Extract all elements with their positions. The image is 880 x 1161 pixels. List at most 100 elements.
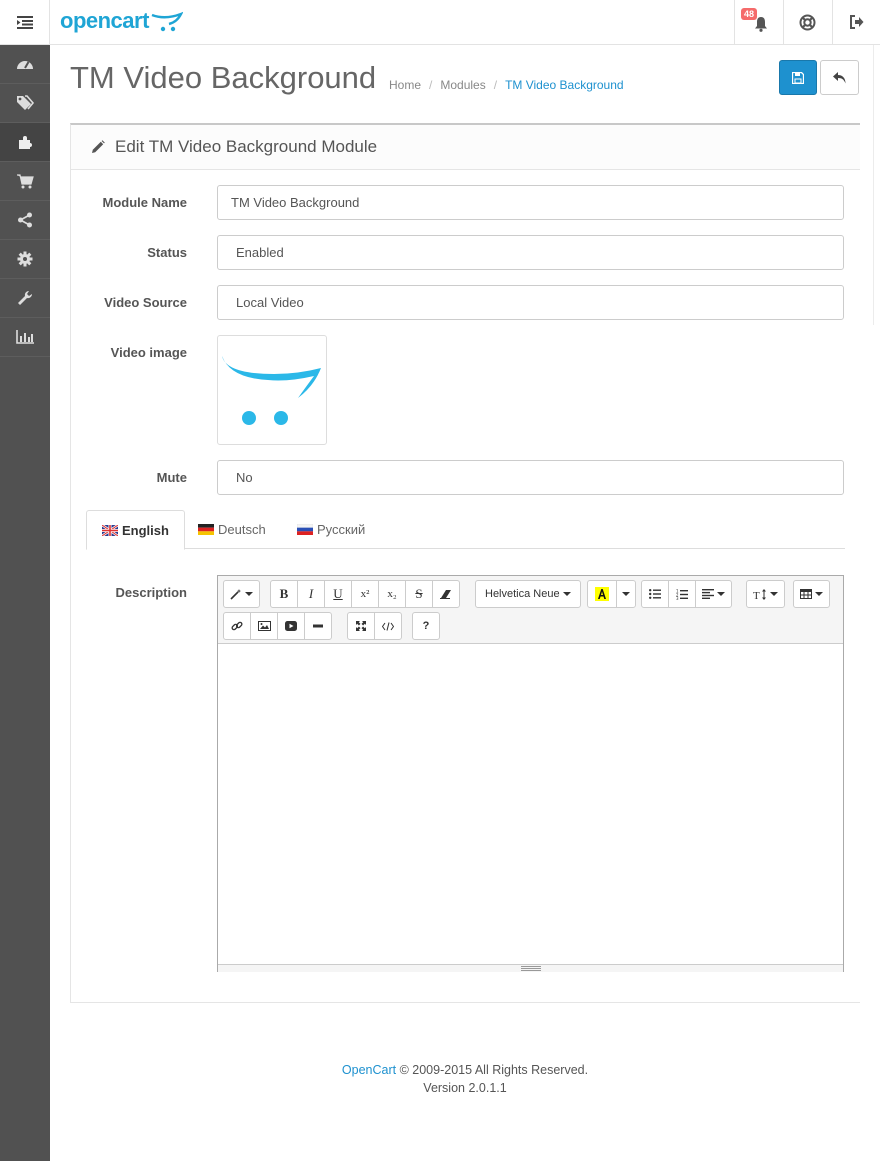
sidebar-item-dashboard[interactable]	[0, 45, 50, 84]
horizontal-rule-button[interactable]	[304, 612, 332, 640]
subscript-button[interactable]: x₂	[378, 580, 406, 608]
bold-button[interactable]: B	[270, 580, 298, 608]
style-button[interactable]	[223, 580, 260, 608]
sign-out-icon	[850, 15, 864, 29]
magic-wand-icon	[230, 588, 242, 600]
minus-icon	[313, 624, 323, 628]
status-select[interactable]: Enabled	[217, 235, 844, 270]
fullscreen-icon	[356, 621, 366, 631]
menu-toggle-button[interactable]	[0, 0, 50, 44]
eraser-icon	[440, 590, 451, 599]
table-icon	[800, 589, 812, 599]
underline-button[interactable]: U	[324, 580, 352, 608]
table-button[interactable]	[793, 580, 830, 608]
panel-title: Edit TM Video Background Module	[115, 137, 378, 156]
clear-format-button[interactable]	[432, 580, 460, 608]
page-title: TM Video Background	[70, 60, 377, 95]
list-ol-icon: 1 2 3	[676, 589, 688, 600]
fullscreen-button[interactable]	[347, 612, 375, 640]
help-editor-button[interactable]: ?	[412, 612, 440, 640]
link-button[interactable]	[223, 612, 251, 640]
language-tabs: English Deutsch Русский	[86, 510, 845, 550]
sidebar-item-tools[interactable]	[0, 279, 50, 318]
superscript-button[interactable]: x²	[351, 580, 379, 608]
editor-resize-handle[interactable]	[218, 964, 843, 972]
video-image-label: Video image	[110, 345, 187, 360]
tab-deutsch[interactable]: Deutsch	[183, 510, 281, 549]
sidebar-item-extensions[interactable]	[0, 123, 50, 162]
russia-flag-icon	[297, 524, 313, 535]
mute-select[interactable]: No	[217, 460, 844, 495]
wrench-icon	[18, 290, 33, 305]
breadcrumb-home[interactable]: Home	[389, 78, 421, 92]
footer-copyright: OpenCart © 2009-2015 All Rights Reserved…	[50, 1063, 880, 1077]
notifications-button[interactable]: 48	[734, 0, 782, 44]
caret-down-icon	[815, 592, 823, 596]
breadcrumb-modules[interactable]: Modules	[440, 78, 485, 92]
caret-down-icon	[717, 592, 725, 596]
opencart-footer-link[interactable]: OpenCart	[342, 1063, 396, 1077]
picture-icon	[257, 621, 271, 631]
strikethrough-button[interactable]: S	[405, 580, 433, 608]
video-image-thumbnail[interactable]	[217, 335, 327, 445]
opencart-logo[interactable]: opencart	[60, 6, 183, 36]
save-button[interactable]	[779, 60, 817, 95]
breadcrumb: Home / Modules / TM Video Background	[389, 78, 624, 92]
link-icon	[231, 621, 243, 631]
video-button[interactable]	[277, 612, 305, 640]
uk-flag-icon	[102, 524, 118, 536]
tab-english[interactable]: English	[86, 510, 185, 550]
ordered-list-button[interactable]: 1 2 3	[668, 580, 696, 608]
code-view-button[interactable]	[374, 612, 402, 640]
logout-button[interactable]	[832, 0, 880, 44]
caret-down-icon	[622, 592, 630, 596]
line-height-button[interactable]: T	[746, 580, 785, 608]
opencart-logo-image	[222, 356, 321, 425]
paragraph-align-button[interactable]	[695, 580, 732, 608]
font-family-label: Helvetica Neue	[485, 588, 560, 600]
tab-russian-label: Русский	[317, 522, 366, 537]
breadcrumb-current[interactable]: TM Video Background	[505, 78, 624, 92]
code-icon	[382, 621, 394, 631]
tab-russian[interactable]: Русский	[282, 510, 380, 549]
video-source-label: Video Source	[104, 295, 187, 310]
tab-english-label: English	[122, 522, 169, 538]
editor-content-area[interactable]	[218, 644, 843, 964]
sidebar-item-marketing[interactable]	[0, 201, 50, 240]
help-button[interactable]	[783, 0, 831, 44]
color-dropdown-button[interactable]	[616, 580, 636, 608]
logo-text: opencart	[60, 8, 149, 33]
cart-icon	[16, 173, 34, 188]
text-color-button[interactable]	[587, 580, 617, 608]
panel-heading: Edit TM Video Background Module	[71, 125, 860, 170]
gear-icon	[17, 251, 33, 267]
caret-down-icon	[245, 592, 253, 596]
module-name-input[interactable]: TM Video Background	[217, 185, 844, 220]
breadcrumb-separator: /	[493, 78, 498, 92]
video-source-select[interactable]: Local Video	[217, 285, 844, 320]
font-family-dropdown[interactable]: Helvetica Neue	[475, 580, 581, 608]
tags-icon	[17, 95, 34, 110]
font-color-icon	[595, 587, 609, 601]
page-scrollbar[interactable]	[873, 45, 879, 325]
puzzle-icon	[19, 136, 32, 149]
italic-button[interactable]: I	[297, 580, 325, 608]
dashboard-icon	[17, 61, 33, 69]
grip-icon	[520, 966, 541, 971]
description-label: Description	[115, 585, 187, 600]
sidebar-item-reports[interactable]	[0, 318, 50, 357]
back-button[interactable]	[820, 60, 859, 95]
footer-version: Version 2.0.1.1	[423, 1081, 507, 1095]
mute-label: Mute	[156, 470, 187, 485]
editor-toolbar: B I U x² x₂ S Helvetica Neue 1 2 3 T ?	[218, 576, 843, 644]
status-label: Status	[147, 245, 187, 260]
picture-button[interactable]	[250, 612, 278, 640]
align-left-icon	[702, 589, 714, 599]
sidebar-item-sales[interactable]	[0, 162, 50, 201]
breadcrumb-separator: /	[429, 78, 433, 92]
module-name-label: Module Name	[102, 195, 187, 210]
save-icon	[792, 71, 804, 84]
unordered-list-button[interactable]	[641, 580, 669, 608]
sidebar-item-system[interactable]	[0, 240, 50, 279]
sidebar-item-catalog[interactable]	[0, 84, 50, 123]
